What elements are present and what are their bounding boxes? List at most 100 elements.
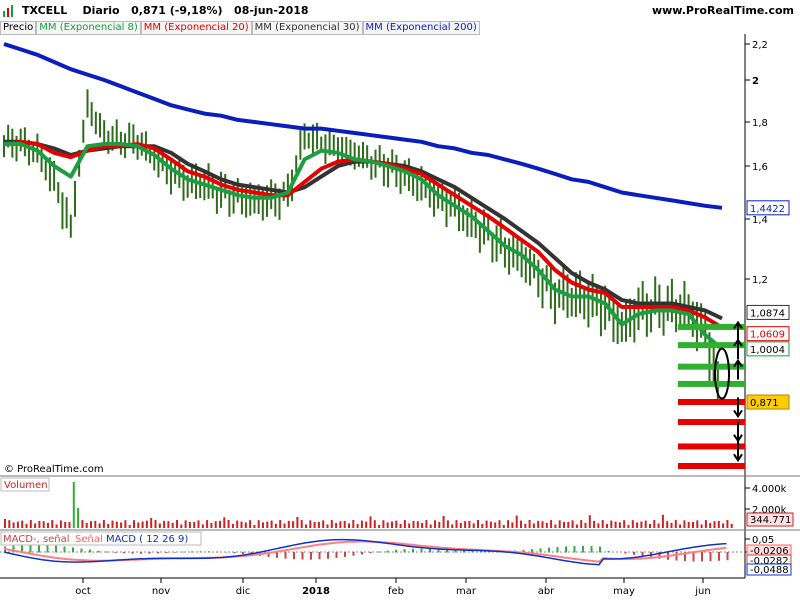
volume-bar: [597, 523, 600, 528]
volume-bar: [292, 521, 295, 528]
volume-bar: [137, 522, 140, 528]
volume-bar: [77, 508, 80, 528]
volume-bar: [524, 523, 527, 528]
x-axis-label: dic: [236, 586, 251, 597]
volume-bar: [412, 520, 415, 528]
macd-main-label: MACD-, señal: [3, 534, 70, 545]
macd-hist-bar: [573, 546, 576, 553]
volume-bar: [494, 522, 497, 528]
volume-bar: [81, 520, 84, 528]
volume-bar: [47, 522, 49, 528]
volume-bar: [360, 520, 363, 528]
volume-bar: [365, 521, 368, 528]
volume-bar: [145, 520, 148, 528]
volume-bar: [206, 520, 209, 528]
macd-hist-bar: [293, 552, 295, 560]
price-axis-label: 2,2: [752, 40, 768, 51]
volume-bar: [584, 522, 587, 528]
volume-bar: [98, 523, 101, 528]
volume-bar: [158, 523, 161, 528]
volume-bar: [618, 522, 621, 528]
volume-bar: [657, 523, 660, 528]
volume-bar: [563, 521, 565, 528]
macd-hist-bar: [301, 552, 304, 560]
macd-signal-label: Señal: [75, 534, 103, 545]
volume-bar: [593, 520, 596, 528]
volume-bar: [90, 521, 92, 528]
volume-bar: [274, 523, 277, 528]
macd-hist-bar: [726, 552, 729, 561]
volume-bar: [455, 520, 458, 528]
macd-hist-bar: [539, 548, 542, 553]
volume-bar: [391, 521, 393, 528]
price-axis-label: 2: [752, 76, 759, 87]
volume-bar: [653, 520, 656, 528]
volume-bar: [567, 521, 570, 528]
macd-hist-bar: [599, 546, 601, 553]
volume-bar: [231, 523, 234, 528]
volume-bar: [580, 520, 583, 528]
macd-hist-bar: [38, 544, 40, 553]
up-arrow-icon: [733, 338, 743, 359]
volume-bar: [111, 520, 114, 528]
x-axis-label: 2018: [302, 586, 330, 597]
volume-bar: [649, 523, 651, 528]
volume-bar: [279, 520, 282, 528]
volume-bar: [51, 520, 54, 528]
volume-bar: [438, 521, 441, 528]
copyright-text: © ProRealTime.com: [4, 464, 104, 475]
volume-bar: [730, 523, 733, 528]
volume-bar: [94, 520, 97, 528]
volume-bar: [4, 519, 6, 528]
volume-bar: [442, 515, 445, 528]
macd-hist-bar: [174, 552, 176, 553]
macd-hist-bar: [556, 546, 559, 553]
volume-bar: [25, 523, 28, 528]
volume-bar: [485, 520, 488, 528]
red-level-line: [678, 443, 745, 450]
macd-hist-bar: [718, 552, 720, 561]
volume-bar: [601, 520, 604, 528]
volume-bar: [266, 521, 269, 528]
volume-bar: [382, 520, 385, 528]
volume-bar: [348, 523, 350, 528]
volume-bar: [339, 521, 342, 528]
macd-hist-bar: [624, 552, 627, 554]
volume-bar: [64, 521, 67, 528]
macd-hist-bar: [607, 550, 610, 553]
volume-bar: [193, 521, 196, 528]
volume-bar: [520, 520, 522, 528]
price-axis-label: 1,2: [752, 275, 768, 286]
macd-hist-bar: [114, 552, 117, 553]
volume-bar: [59, 520, 62, 528]
macd-hist-bar: [565, 546, 567, 553]
price-chart[interactable]: 2,2 2 1,8 1,6 1,4 1,2 1,4422 1,0874 1,0609 1,0004…: [0, 0, 800, 600]
macd-hist-bar: [361, 552, 363, 555]
volume-bar: [631, 520, 634, 528]
volume-bar: [120, 522, 123, 528]
volume-axis-label: 4.000k: [752, 484, 787, 495]
ema8-line: [4, 142, 724, 351]
volume-bar: [176, 520, 178, 528]
red-level-line: [678, 463, 745, 469]
volume-bar: [223, 517, 226, 528]
volume-bar: [425, 520, 428, 528]
macd-hist-bar: [225, 551, 227, 553]
volume-bar: [550, 520, 553, 528]
volume-bar: [446, 520, 449, 528]
volume-bar: [640, 521, 643, 528]
volume-bar: [171, 522, 174, 528]
macd-hist-bar: [310, 552, 312, 560]
volume-bar: [16, 521, 19, 528]
green-level-line: [678, 380, 745, 387]
volume-bar: [588, 515, 591, 528]
volume-bar: [180, 524, 183, 528]
price-tag-ema30-text: 1,0874: [750, 308, 785, 319]
x-axis-label: oct: [75, 586, 91, 597]
macd-hist-bar: [276, 552, 278, 558]
volume-bar: [434, 520, 436, 528]
macd-tag-macd-text: -0,0488: [750, 565, 789, 576]
volume-bar: [305, 524, 307, 528]
volume-bar: [498, 520, 501, 528]
volume-bar: [528, 520, 531, 528]
